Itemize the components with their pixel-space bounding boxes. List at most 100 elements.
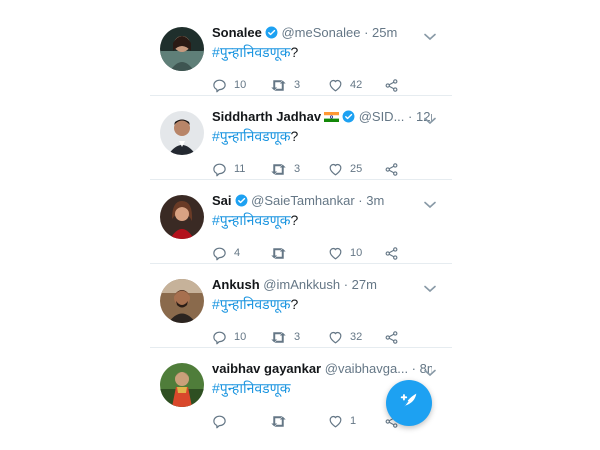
display-name[interactable]: Siddharth Jadhav xyxy=(212,109,321,124)
chevron-down-icon[interactable] xyxy=(424,28,436,46)
tweet-actions: 10 3 32 xyxy=(212,329,412,345)
tweet-text-suffix: ? xyxy=(290,212,299,228)
tweet-text: #पुन्हानिवडणूक? xyxy=(212,295,298,313)
separator-dot: · xyxy=(404,109,416,124)
user-handle[interactable]: @SaieTamhankar xyxy=(251,193,355,208)
tweet-header: vaibhav gayankar @vaibhavga... · 8m xyxy=(212,361,432,377)
avatar[interactable] xyxy=(160,363,204,407)
tweet-actions: 1 xyxy=(212,413,412,429)
user-handle[interactable]: @SID... xyxy=(359,109,405,124)
chevron-down-icon[interactable] xyxy=(424,364,436,382)
retweet-icon xyxy=(270,330,287,345)
retweet-button[interactable]: 3 xyxy=(270,77,300,93)
like-button[interactable]: 42 xyxy=(328,77,362,93)
retweet-icon xyxy=(270,78,287,93)
tweet-item[interactable]: Siddharth Jadhav @SID... · 12m #पुन्हानि… xyxy=(150,96,452,180)
tweet-item[interactable]: Ankush @imAnkkush · 27m #पुन्हानिवडणूक? … xyxy=(150,264,452,348)
reply-count: 4 xyxy=(234,247,241,259)
reply-button[interactable] xyxy=(212,413,234,429)
tweet-text: #पुन्हानिवडणूक? xyxy=(212,43,298,61)
heart-icon xyxy=(328,162,343,177)
share-icon xyxy=(384,162,399,177)
like-button[interactable]: 10 xyxy=(328,245,362,261)
timestamp[interactable]: 25m xyxy=(372,25,397,40)
tweet-header: Sonalee @meSonalee · 25m xyxy=(212,25,432,43)
heart-icon xyxy=(328,330,343,345)
separator-dot: · xyxy=(360,25,373,40)
chevron-down-icon[interactable] xyxy=(424,196,436,214)
separator-dot: · xyxy=(408,361,420,376)
compose-tweet-button[interactable] xyxy=(386,380,432,426)
hashtag-link[interactable]: #पुन्हानिवडणूक xyxy=(212,380,291,396)
avatar[interactable] xyxy=(160,279,204,323)
reply-button[interactable]: 4 xyxy=(212,245,240,261)
tweet-item[interactable]: Sonalee @meSonalee · 25m #पुन्हानिवडणूक?… xyxy=(150,12,452,96)
reply-icon xyxy=(212,246,227,261)
separator-dot: · xyxy=(354,193,367,208)
separator-dot: · xyxy=(340,277,352,292)
like-count: 42 xyxy=(350,79,363,91)
display-name[interactable]: Sonalee xyxy=(212,25,262,40)
reply-icon xyxy=(212,330,227,345)
timestamp[interactable]: 27m xyxy=(352,277,377,292)
retweet-button[interactable]: 3 xyxy=(270,161,300,177)
reply-icon xyxy=(212,414,227,429)
tweet-actions: 11 3 25 xyxy=(212,161,412,177)
hashtag-link[interactable]: #पुन्हानिवडणूक xyxy=(212,212,291,228)
reply-button[interactable]: 10 xyxy=(212,329,246,345)
like-count: 10 xyxy=(350,247,363,259)
display-name[interactable]: vaibhav gayankar xyxy=(212,361,321,376)
display-name[interactable]: Sai xyxy=(212,193,232,208)
tweet-text-suffix: ? xyxy=(290,296,299,312)
hashtag-link[interactable]: #पुन्हानिवडणूक xyxy=(212,296,291,312)
hashtag-link[interactable]: #पुन्हानिवडणूक xyxy=(212,128,291,144)
retweet-count: 3 xyxy=(294,163,301,175)
share-button[interactable] xyxy=(384,161,399,177)
reply-count: 10 xyxy=(234,331,247,343)
avatar[interactable] xyxy=(160,111,204,155)
retweet-count: 3 xyxy=(294,331,301,343)
avatar[interactable] xyxy=(160,27,204,71)
tweet-header: Sai @SaieTamhankar · 3m xyxy=(212,193,432,211)
reply-button[interactable]: 11 xyxy=(212,161,245,177)
tweet-text-suffix: ? xyxy=(290,128,299,144)
compose-tweet-icon xyxy=(398,390,420,417)
heart-icon xyxy=(328,78,343,93)
user-handle[interactable]: @imAnkkush xyxy=(263,277,340,292)
user-handle[interactable]: @meSonalee xyxy=(281,25,360,40)
retweet-icon xyxy=(270,162,287,177)
india-flag-icon xyxy=(324,110,340,126)
reply-icon xyxy=(212,78,227,93)
like-button[interactable]: 32 xyxy=(328,329,362,345)
avatar[interactable] xyxy=(160,195,204,239)
tweet-item[interactable]: Sai @SaieTamhankar · 3m #पुन्हानिवडणूक? … xyxy=(150,180,452,264)
like-count: 25 xyxy=(350,163,363,175)
share-button[interactable] xyxy=(384,245,399,261)
retweet-button[interactable] xyxy=(270,413,294,429)
chevron-down-icon[interactable] xyxy=(424,280,436,298)
reply-count: 11 xyxy=(234,163,246,175)
retweet-icon xyxy=(270,246,287,261)
like-button[interactable]: 1 xyxy=(328,413,356,429)
retweet-button[interactable]: 3 xyxy=(270,329,300,345)
heart-icon xyxy=(328,414,343,429)
tweet-text: #पुन्हानिवडणूक xyxy=(212,379,291,397)
like-count: 1 xyxy=(350,415,357,427)
retweet-button[interactable] xyxy=(270,245,294,261)
tweet-actions: 10 3 42 xyxy=(212,77,412,93)
user-handle[interactable]: @vaibhavga... xyxy=(325,361,408,376)
like-button[interactable]: 25 xyxy=(328,161,362,177)
share-button[interactable] xyxy=(384,77,399,93)
reply-button[interactable]: 10 xyxy=(212,77,246,93)
share-button[interactable] xyxy=(384,329,399,345)
timestamp[interactable]: 3m xyxy=(366,193,384,208)
chevron-down-icon[interactable] xyxy=(424,112,436,130)
heart-icon xyxy=(328,246,343,261)
verified-badge-icon xyxy=(265,26,278,43)
tweet-header: Siddharth Jadhav @SID... · 12m xyxy=(212,109,432,127)
hashtag-link[interactable]: #पुन्हानिवडणूक xyxy=(212,44,291,60)
display-name[interactable]: Ankush xyxy=(212,277,260,292)
verified-badge-icon xyxy=(342,110,355,127)
share-icon xyxy=(384,246,399,261)
twitter-timeline-screen: Sonalee @meSonalee · 25m #पुन्हानिवडणूक?… xyxy=(0,0,600,450)
